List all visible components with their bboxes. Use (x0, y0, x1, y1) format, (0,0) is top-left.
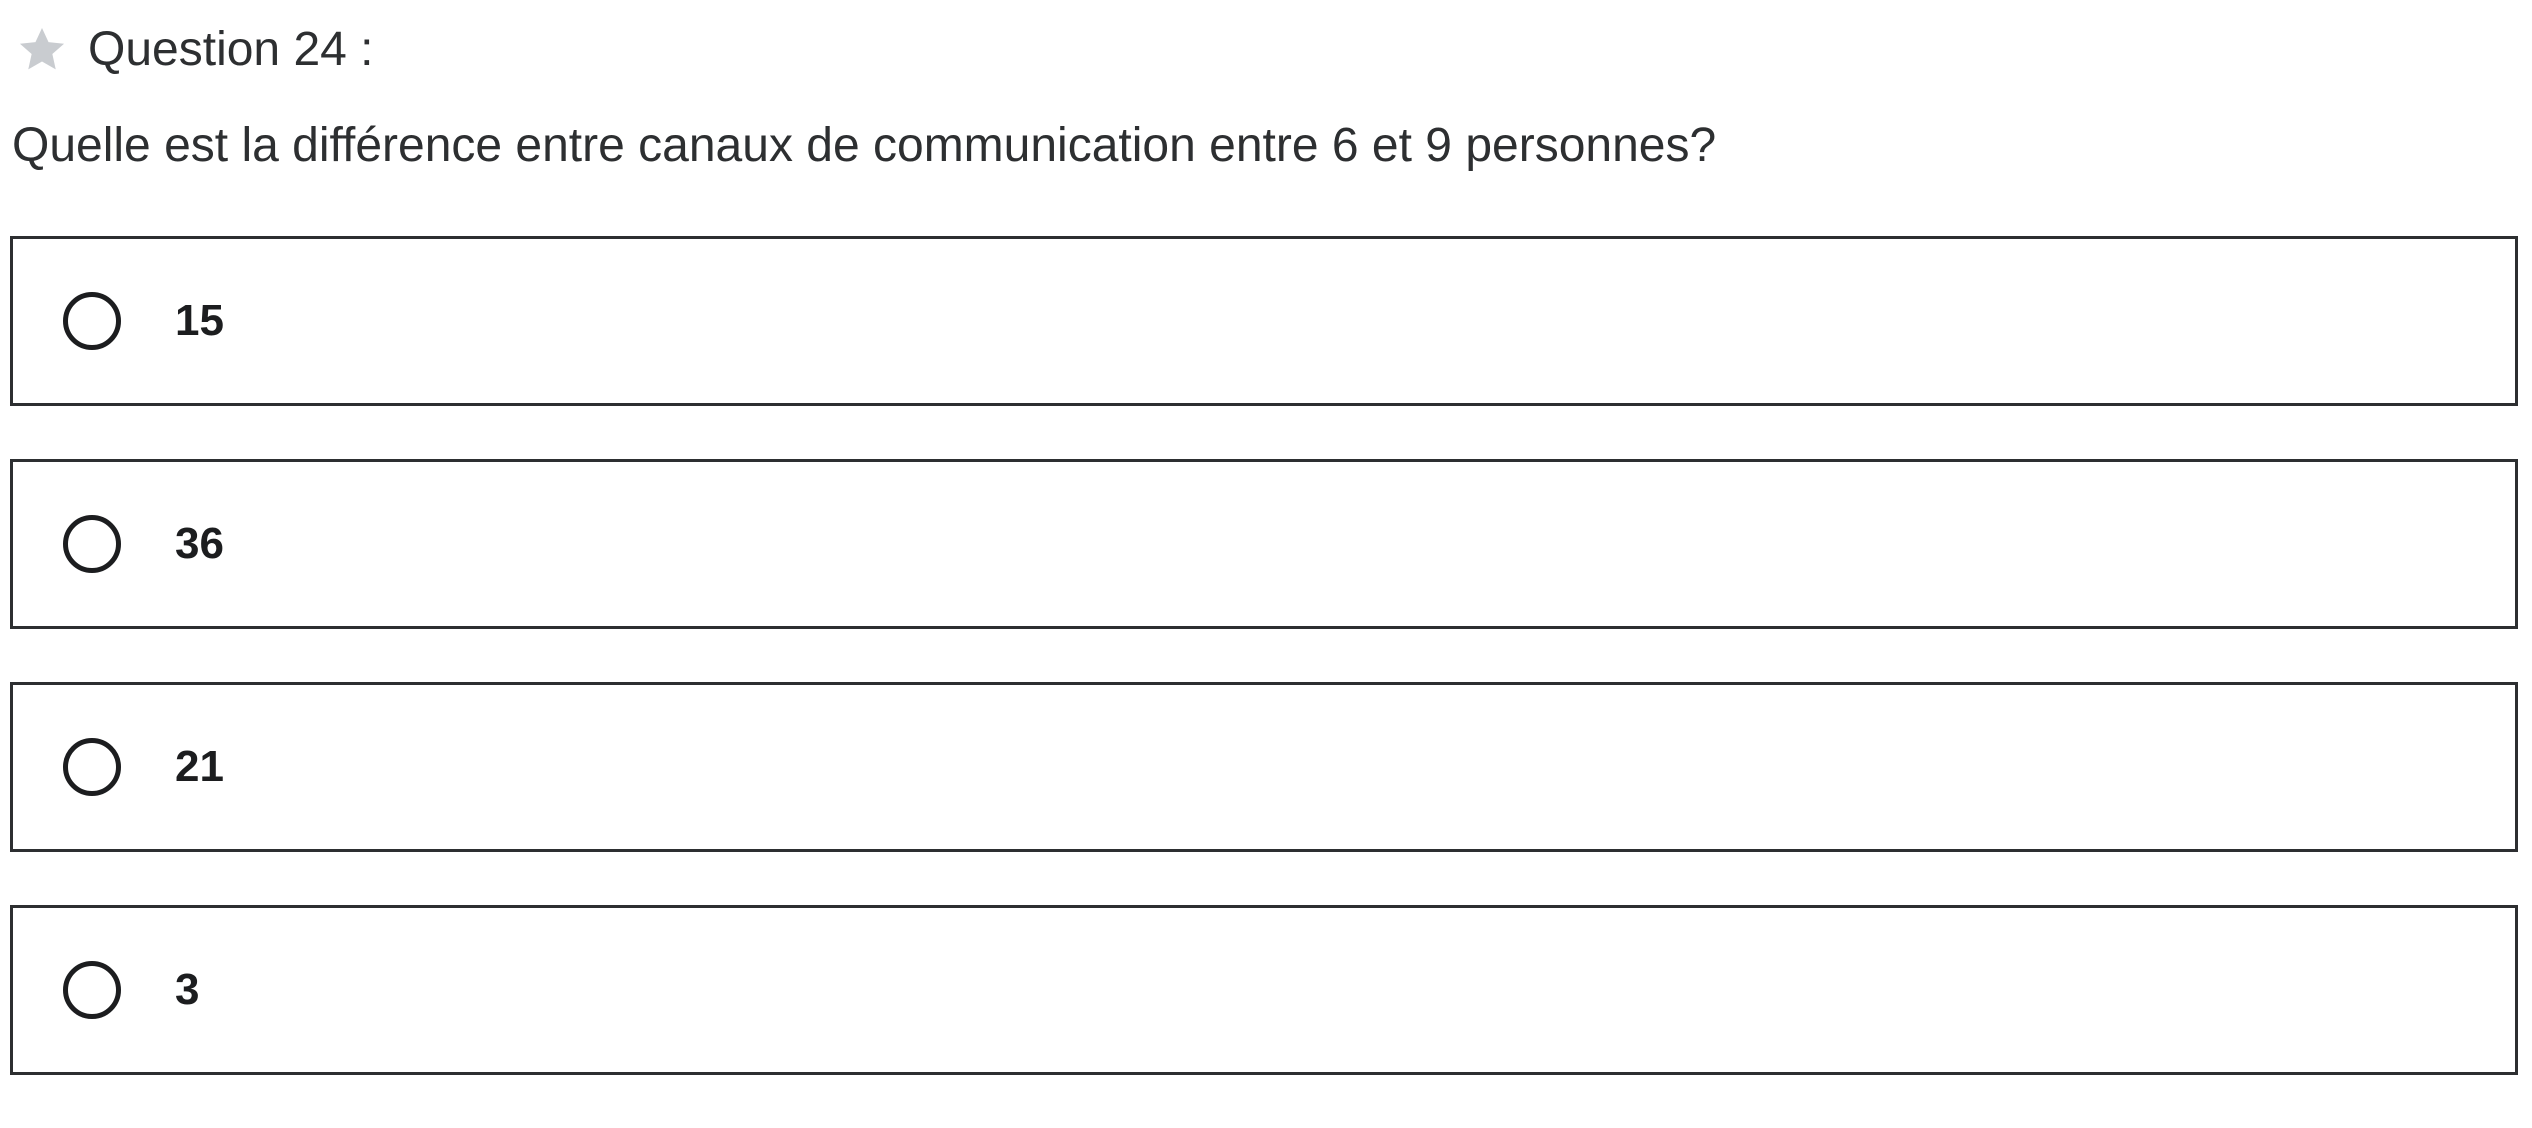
answer-label: 3 (175, 965, 200, 1014)
answer-option-3[interactable]: 21 (10, 682, 2518, 852)
question-prompt: Quelle est la différence entre canaux de… (12, 119, 1717, 172)
answer-options: 15 36 21 3 (10, 236, 2518, 1128)
answer-option-1[interactable]: 15 (10, 236, 2518, 406)
radio-button[interactable] (63, 961, 121, 1019)
answer-option-2[interactable]: 36 (10, 459, 2518, 629)
radio-button[interactable] (63, 292, 121, 350)
answer-label: 15 (175, 296, 224, 345)
star-icon[interactable] (14, 22, 70, 78)
answer-label: 36 (175, 519, 224, 568)
radio-button[interactable] (63, 515, 121, 573)
question-number: Question 24 : (88, 23, 374, 76)
answer-label: 21 (175, 742, 224, 791)
question-header: Question 24 : (14, 18, 374, 82)
radio-button[interactable] (63, 738, 121, 796)
answer-option-4[interactable]: 3 (10, 905, 2518, 1075)
